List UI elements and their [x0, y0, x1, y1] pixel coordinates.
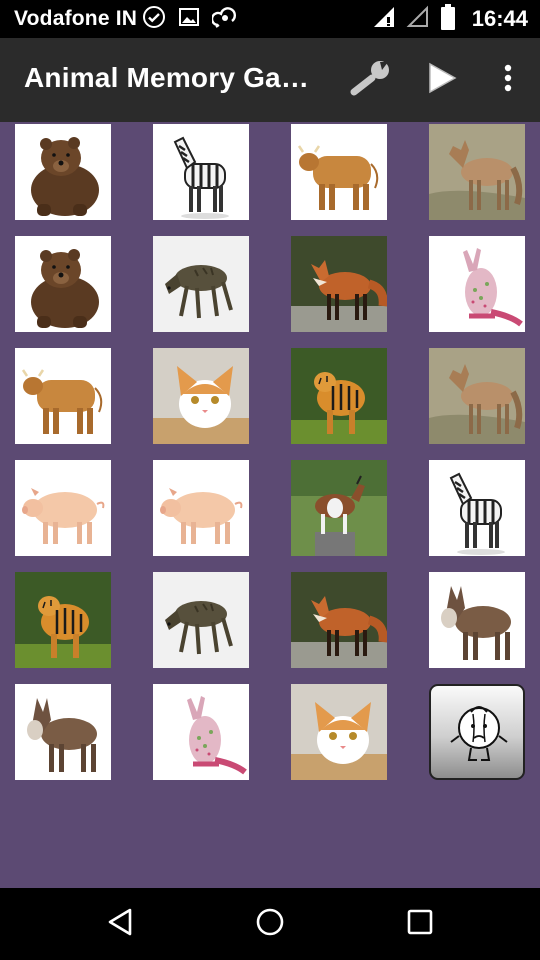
game-board	[0, 122, 540, 888]
check-circle-icon	[142, 5, 166, 34]
back-button[interactable]	[90, 900, 150, 948]
overflow-menu-button[interactable]	[484, 58, 532, 102]
card-pig[interactable]	[15, 460, 111, 556]
card-jackal[interactable]	[429, 124, 525, 220]
donkey-icon	[429, 572, 525, 668]
card-pig[interactable]	[153, 460, 249, 556]
jackal-icon	[429, 124, 525, 220]
bear-icon	[15, 236, 111, 332]
pumpkin-icon	[431, 686, 523, 778]
kangaroo-icon	[429, 236, 525, 332]
hyena-icon	[153, 572, 249, 668]
app-title: Animal Memory Game	[24, 62, 314, 93]
donkey-icon	[15, 684, 111, 780]
zebra-icon	[153, 124, 249, 220]
card-cow[interactable]	[15, 348, 111, 444]
signal-empty-icon	[406, 5, 430, 34]
tiger-icon	[15, 572, 111, 668]
card-zebra[interactable]	[429, 460, 525, 556]
card-cat[interactable]	[153, 348, 249, 444]
card-jackal[interactable]	[429, 348, 525, 444]
card-hyena[interactable]	[153, 236, 249, 332]
jackal-icon	[429, 348, 525, 444]
goat-icon	[291, 460, 387, 556]
card-zebra[interactable]	[153, 124, 249, 220]
tiger-icon	[291, 348, 387, 444]
card-cat[interactable]	[291, 684, 387, 780]
navigation-bar	[0, 888, 540, 960]
overflow-menu-icon	[504, 64, 512, 97]
battery-icon	[440, 3, 456, 35]
cat-icon	[291, 684, 387, 780]
fox-icon	[291, 236, 387, 332]
pig-icon	[153, 460, 249, 556]
card-bear[interactable]	[15, 124, 111, 220]
card-bear[interactable]	[15, 236, 111, 332]
recents-button[interactable]	[390, 900, 450, 948]
play-button[interactable]	[418, 58, 466, 102]
signal-full-icon	[372, 5, 396, 34]
home-icon	[255, 907, 285, 942]
pig-icon	[15, 460, 111, 556]
back-icon	[105, 907, 135, 942]
zebra-icon	[429, 460, 525, 556]
kangaroo-icon	[153, 684, 249, 780]
sync-cloud-icon	[210, 5, 238, 34]
card-donkey[interactable]	[429, 572, 525, 668]
cow-icon	[291, 124, 387, 220]
cat-icon	[153, 348, 249, 444]
hyena-icon	[153, 236, 249, 332]
card-goat[interactable]	[291, 460, 387, 556]
card-kangaroo[interactable]	[153, 684, 249, 780]
card-kangaroo[interactable]	[429, 236, 525, 332]
carrier-name: Vodafone IN	[14, 7, 138, 30]
card-facedown[interactable]	[429, 684, 525, 780]
recents-icon	[406, 908, 434, 941]
wrench-icon	[350, 58, 394, 103]
app-bar: Animal Memory Game	[0, 38, 540, 122]
bear-icon	[15, 124, 111, 220]
card-cow[interactable]	[291, 124, 387, 220]
image-icon	[178, 6, 200, 33]
home-button[interactable]	[240, 900, 300, 948]
fox-icon	[291, 572, 387, 668]
card-tiger[interactable]	[15, 572, 111, 668]
cow-icon	[15, 348, 111, 444]
play-icon	[427, 62, 457, 99]
status-bar: Vodafone IN 16:44	[0, 0, 540, 38]
card-donkey[interactable]	[15, 684, 111, 780]
card-tiger[interactable]	[291, 348, 387, 444]
card-fox[interactable]	[291, 572, 387, 668]
clock: 16:44	[471, 6, 528, 31]
card-hyena[interactable]	[153, 572, 249, 668]
settings-button[interactable]	[348, 58, 396, 102]
card-fox[interactable]	[291, 236, 387, 332]
